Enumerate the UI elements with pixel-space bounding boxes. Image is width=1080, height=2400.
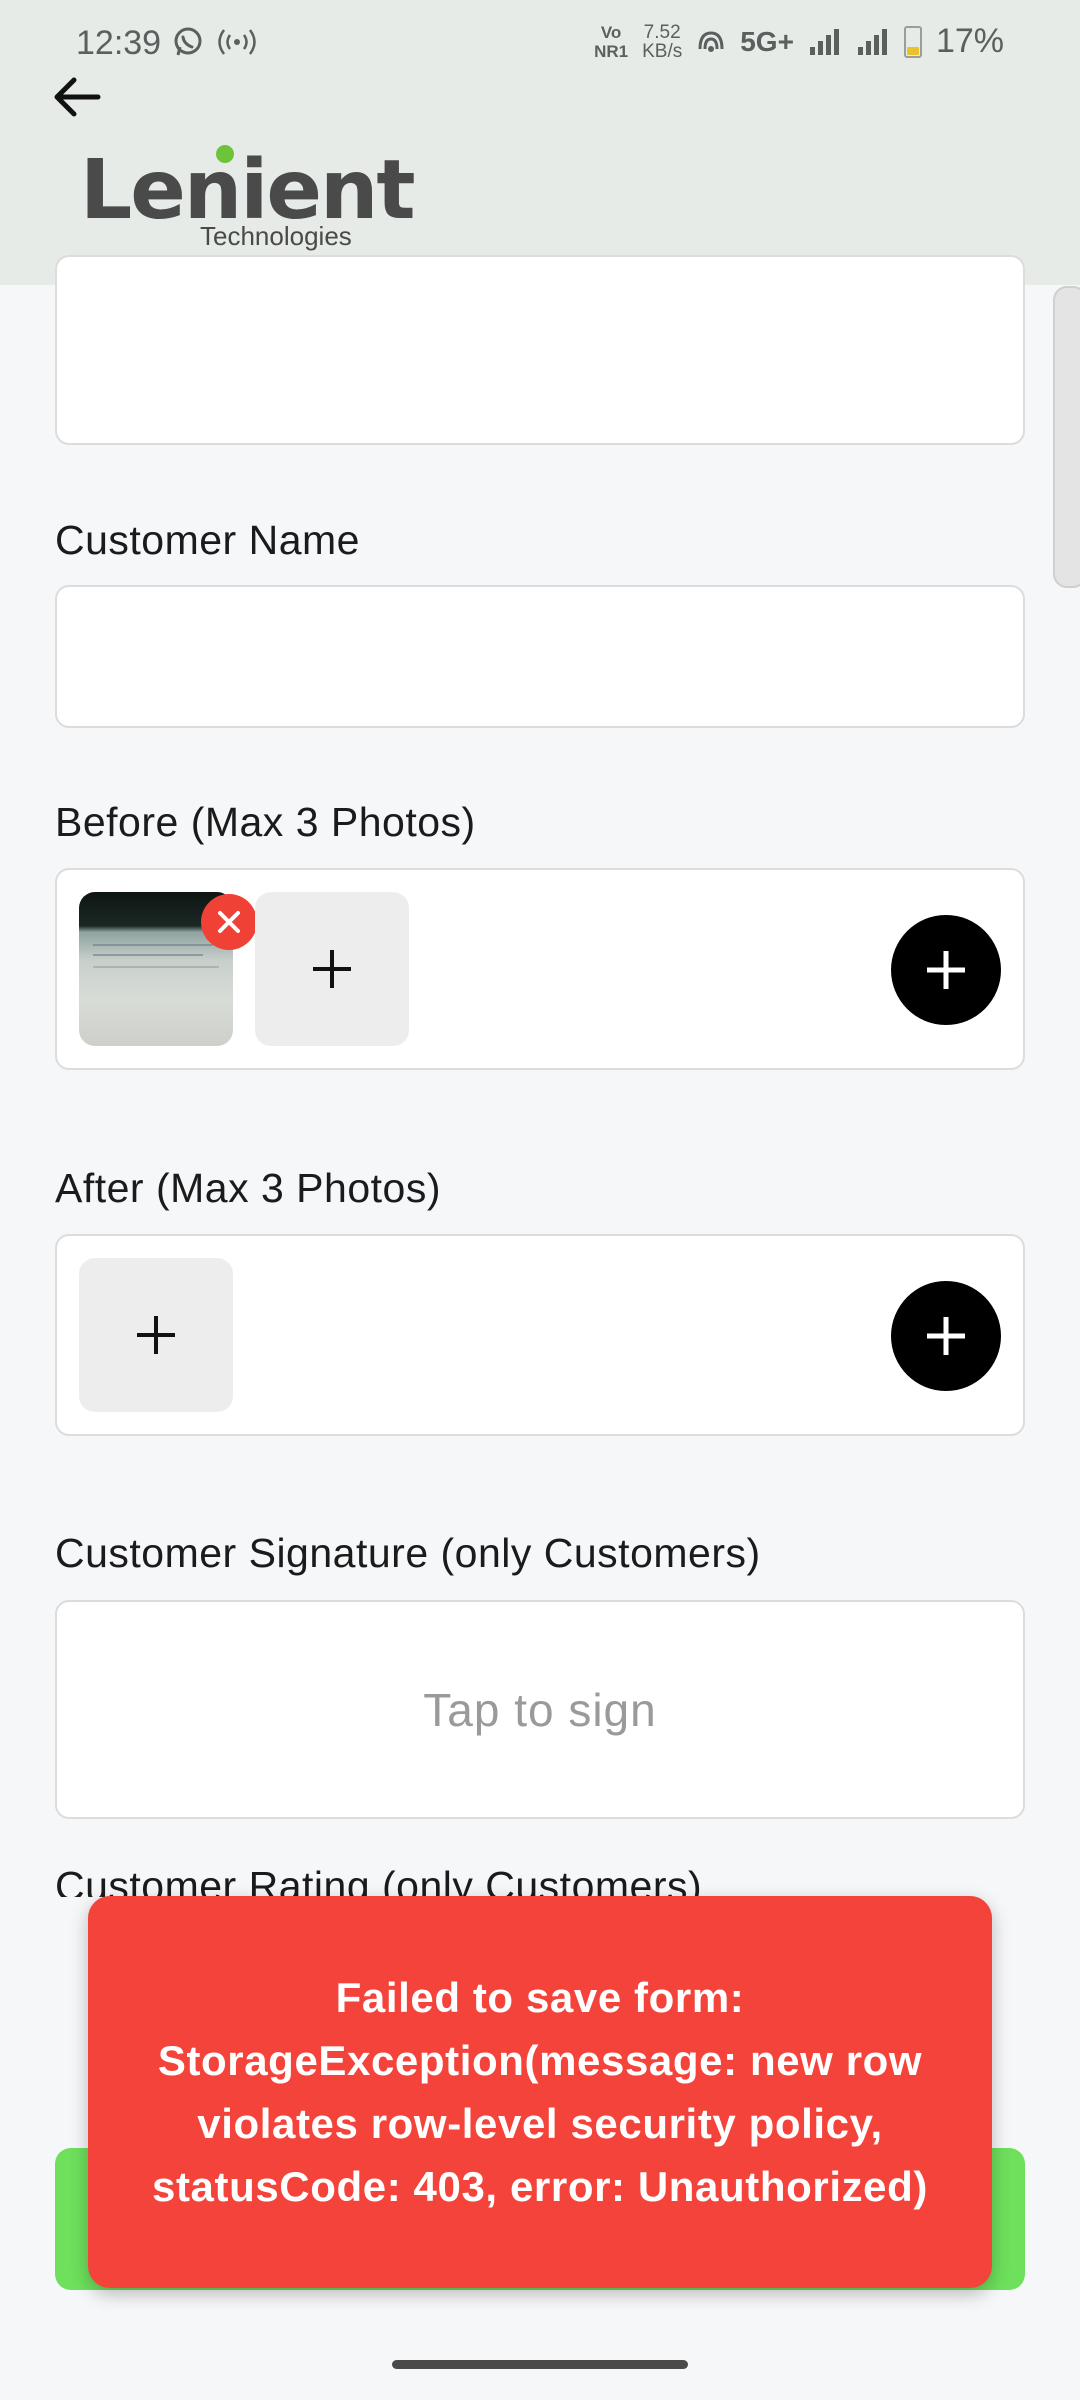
add-after-photo-button[interactable]	[891, 1281, 1001, 1391]
plus-icon	[927, 1317, 965, 1355]
home-indicator[interactable]	[392, 2360, 688, 2369]
customer-name-input[interactable]	[55, 585, 1025, 728]
error-toast: Failed to save form: StorageException(me…	[88, 1896, 992, 2288]
hotspot-icon	[218, 29, 256, 55]
volte-indicator: Vo NR1	[594, 22, 629, 61]
logo-subtitle: Technologies	[200, 221, 352, 251]
logo-dot	[216, 145, 234, 163]
after-photos-box	[55, 1234, 1025, 1436]
logo-wordmark: Lenient	[80, 143, 416, 238]
status-bar: 12:39 Vo NR1 7.52 KB/s 5G+ 17%	[0, 0, 1080, 90]
before-photos-label: Before (Max 3 Photos)	[55, 799, 476, 845]
signature-pad[interactable]: Tap to sign	[55, 1600, 1025, 1819]
whatsapp-icon	[174, 27, 202, 56]
battery-icon	[903, 25, 922, 58]
signature-label: Customer Signature (only Customers)	[55, 1530, 761, 1576]
add-before-photo-button[interactable]	[891, 915, 1001, 1025]
company-logo: Lenient Technologies	[80, 145, 416, 251]
remove-photo-button[interactable]	[201, 894, 257, 950]
signature-placeholder: Tap to sign	[423, 1683, 657, 1736]
before-photos-box	[55, 868, 1025, 1070]
plus-icon	[313, 950, 351, 988]
signal-icon	[809, 28, 839, 55]
rating-label-container: Customer Rating (only Customers)	[0, 1855, 1080, 1897]
plus-icon	[137, 1316, 175, 1354]
signal-icon	[857, 28, 887, 55]
error-message: Failed to save form: StorageException(me…	[152, 1974, 928, 2210]
back-arrow-icon[interactable]	[48, 68, 106, 126]
customer-name-label: Customer Name	[55, 517, 360, 563]
net-speed: 7.52 KB/s	[642, 21, 683, 62]
after-photos-label: After (Max 3 Photos)	[55, 1165, 441, 1211]
rating-label: Customer Rating (only Customers)	[55, 1863, 703, 1897]
plus-icon	[927, 951, 965, 989]
wifi-calling-icon	[698, 30, 724, 52]
status-right-group: Vo NR1 7.52 KB/s 5G+ 17%	[594, 22, 1004, 61]
previous-field-input[interactable]	[55, 255, 1025, 445]
scrollbar[interactable]	[1053, 286, 1080, 588]
add-before-photo-tile[interactable]	[255, 892, 409, 1046]
app-header: 12:39 Vo NR1 7.52 KB/s 5G+ 17% Lenient T…	[0, 0, 1080, 285]
close-icon	[218, 911, 240, 933]
network-type: 5G+	[740, 25, 794, 57]
status-time: 12:39	[76, 24, 162, 62]
add-after-photo-tile[interactable]	[79, 1258, 233, 1412]
battery-percent: 17%	[935, 22, 1004, 60]
